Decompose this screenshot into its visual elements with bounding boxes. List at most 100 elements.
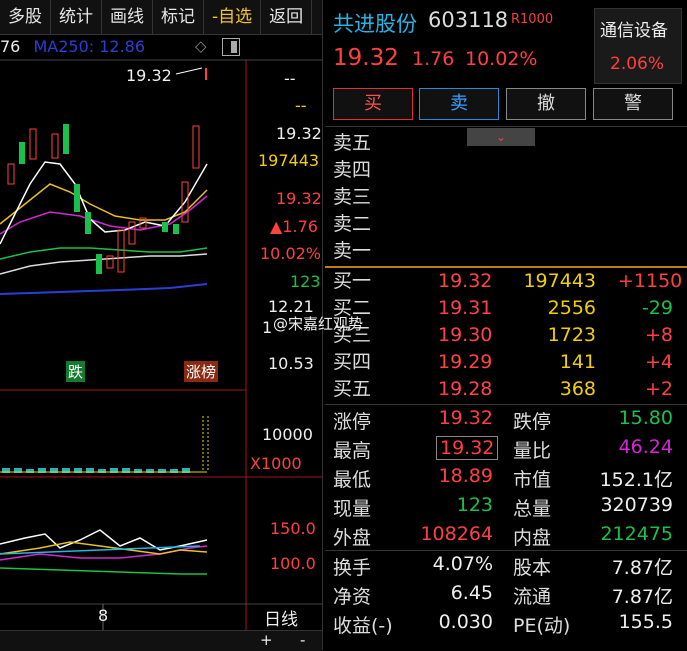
back-button[interactable]: 返回	[261, 0, 313, 34]
stock-code: 603118	[428, 8, 509, 32]
bid-row-3[interactable]: 买三 19.30 1723 +8	[333, 322, 683, 348]
industry-name: 通信设备	[600, 21, 668, 41]
date-axis-label: 8	[98, 606, 109, 625]
ask-row-5: 卖五	[333, 130, 683, 156]
ma-legend: 76 MA250: 12.86	[0, 37, 145, 56]
share-capital-value: 7.87亿	[611, 557, 673, 579]
gain-ranking-tag[interactable]: 涨榜	[184, 361, 219, 382]
last-price: 19.32	[333, 45, 399, 71]
bid-volume: 1723	[547, 324, 596, 346]
high-price-marker: 19.32	[126, 66, 172, 85]
bid-volume: 141	[559, 351, 596, 373]
bid-diff: +1150	[618, 270, 683, 292]
bid-price: 19.31	[438, 297, 493, 319]
axis-label-8: 123	[290, 272, 321, 291]
bid-price: 19.30	[438, 324, 493, 346]
alert-button[interactable]: 警	[593, 88, 673, 120]
bid-price: 19.32	[438, 270, 493, 292]
volume-axis-unit: X1000	[250, 454, 302, 473]
volume-ratio-label: 量比	[513, 440, 552, 462]
float-label: 流通	[513, 586, 552, 608]
turnover-label: 换手	[333, 557, 372, 579]
diamond-icon[interactable]: ◇	[195, 37, 213, 55]
net-assets-value: 6.45	[450, 582, 493, 604]
toolbar: 多股 统计 画线 标记 -自选 返回	[0, 0, 322, 35]
bid-row-5[interactable]: 买五 19.28 368 +2	[333, 376, 683, 402]
volume-axis-top: 10000	[262, 425, 313, 444]
eps-label: 收益(-)	[333, 615, 393, 637]
bid-volume: 368	[559, 378, 596, 400]
rzrq-badge: R1000	[511, 12, 554, 27]
bid-row-4[interactable]: 买四 19.29 141 +4	[333, 349, 683, 375]
limit-up-label: 涨停	[333, 411, 372, 433]
ma-prefix: 76	[0, 37, 21, 56]
pe-label: PE(动)	[513, 615, 571, 637]
price-change: 1.76	[412, 48, 455, 70]
market-cap-label: 市值	[513, 469, 552, 491]
fall-tag[interactable]: 跌	[66, 361, 86, 382]
outer-volume-label: 外盘	[333, 527, 372, 549]
buy-button[interactable]: 买	[333, 88, 413, 120]
axis-label-3: 19.32	[276, 124, 322, 143]
ma250-label: MA250: 12.86	[33, 37, 146, 56]
panel-toggle-icon[interactable]	[222, 38, 240, 56]
volume-bars	[0, 416, 209, 473]
bid-row-2[interactable]: 买二 19.31 2556 -29	[333, 295, 683, 321]
ask-row-2: 卖二	[333, 211, 683, 237]
ask-label: 卖四	[333, 159, 372, 181]
draw-line-button[interactable]: 画线	[102, 0, 153, 34]
high-label: 最高	[333, 440, 372, 462]
ask-label: 卖五	[333, 132, 372, 154]
ask-row-1: 卖一	[333, 238, 683, 264]
bid-diff: +2	[644, 378, 673, 400]
divider	[325, 550, 687, 551]
current-volume-label: 现量	[333, 498, 372, 520]
ask-label: 卖三	[333, 186, 372, 208]
zoom-bar: + -	[0, 630, 322, 651]
divider	[325, 126, 687, 127]
ask-row-4: 卖四	[333, 157, 683, 183]
axis-label-5: 19.32	[276, 189, 322, 208]
indicator-axis-bottom: 100.0	[270, 554, 316, 573]
bid-diff: +4	[644, 351, 673, 373]
cancel-order-button[interactable]: 撤	[506, 88, 586, 120]
net-assets-label: 净资	[333, 586, 372, 608]
bid-row-1[interactable]: 买一 19.32 197443 +1150	[333, 268, 683, 294]
bid-diff: +8	[644, 324, 673, 346]
pe-value: 155.5	[618, 611, 673, 633]
bid-label: 买五	[333, 378, 372, 400]
statistics-button[interactable]: 统计	[51, 0, 102, 34]
bid-diff: -29	[641, 297, 673, 319]
axis-label-10: 1	[262, 318, 273, 337]
mark-button[interactable]: 标记	[153, 0, 204, 34]
limit-down-value: 15.80	[618, 407, 673, 429]
multi-stock-button[interactable]: 多股	[0, 0, 51, 34]
total-volume-label: 总量	[513, 498, 552, 520]
turnover-value: 4.07%	[432, 553, 493, 575]
bid-label: 买一	[333, 270, 372, 292]
axis-label-1: --	[284, 69, 296, 88]
bid-volume: 197443	[523, 270, 596, 292]
eps-value: 0.030	[438, 611, 493, 633]
market-cap-value: 152.1亿	[599, 469, 673, 491]
share-capital-label: 股本	[513, 557, 552, 579]
sell-button[interactable]: 卖	[419, 88, 499, 120]
stock-name[interactable]: 共进股份	[333, 8, 417, 38]
ask-row-3: 卖三	[333, 184, 683, 210]
inner-volume-label: 内盘	[513, 527, 552, 549]
current-volume-value: 123	[456, 494, 493, 516]
price-change-pct: 10.02%	[465, 48, 538, 70]
period-label[interactable]: 日线	[264, 605, 298, 630]
indicator-axis-top: 150.0	[270, 519, 316, 538]
industry-change: 2.06%	[610, 54, 665, 74]
watchlist-button[interactable]: -自选	[204, 0, 262, 34]
zoom-out-button[interactable]: -	[300, 631, 305, 649]
volume-ratio-value: 46.24	[618, 436, 673, 458]
inner-volume-value: 212475	[600, 523, 673, 545]
ask-label: 卖一	[333, 240, 372, 262]
zoom-in-button[interactable]: +	[260, 631, 273, 649]
low-value: 18.89	[438, 465, 493, 487]
axis-label-6: ▲1.76	[270, 217, 318, 236]
axis-label-2: --	[295, 96, 307, 115]
bid-price: 19.29	[438, 351, 493, 373]
